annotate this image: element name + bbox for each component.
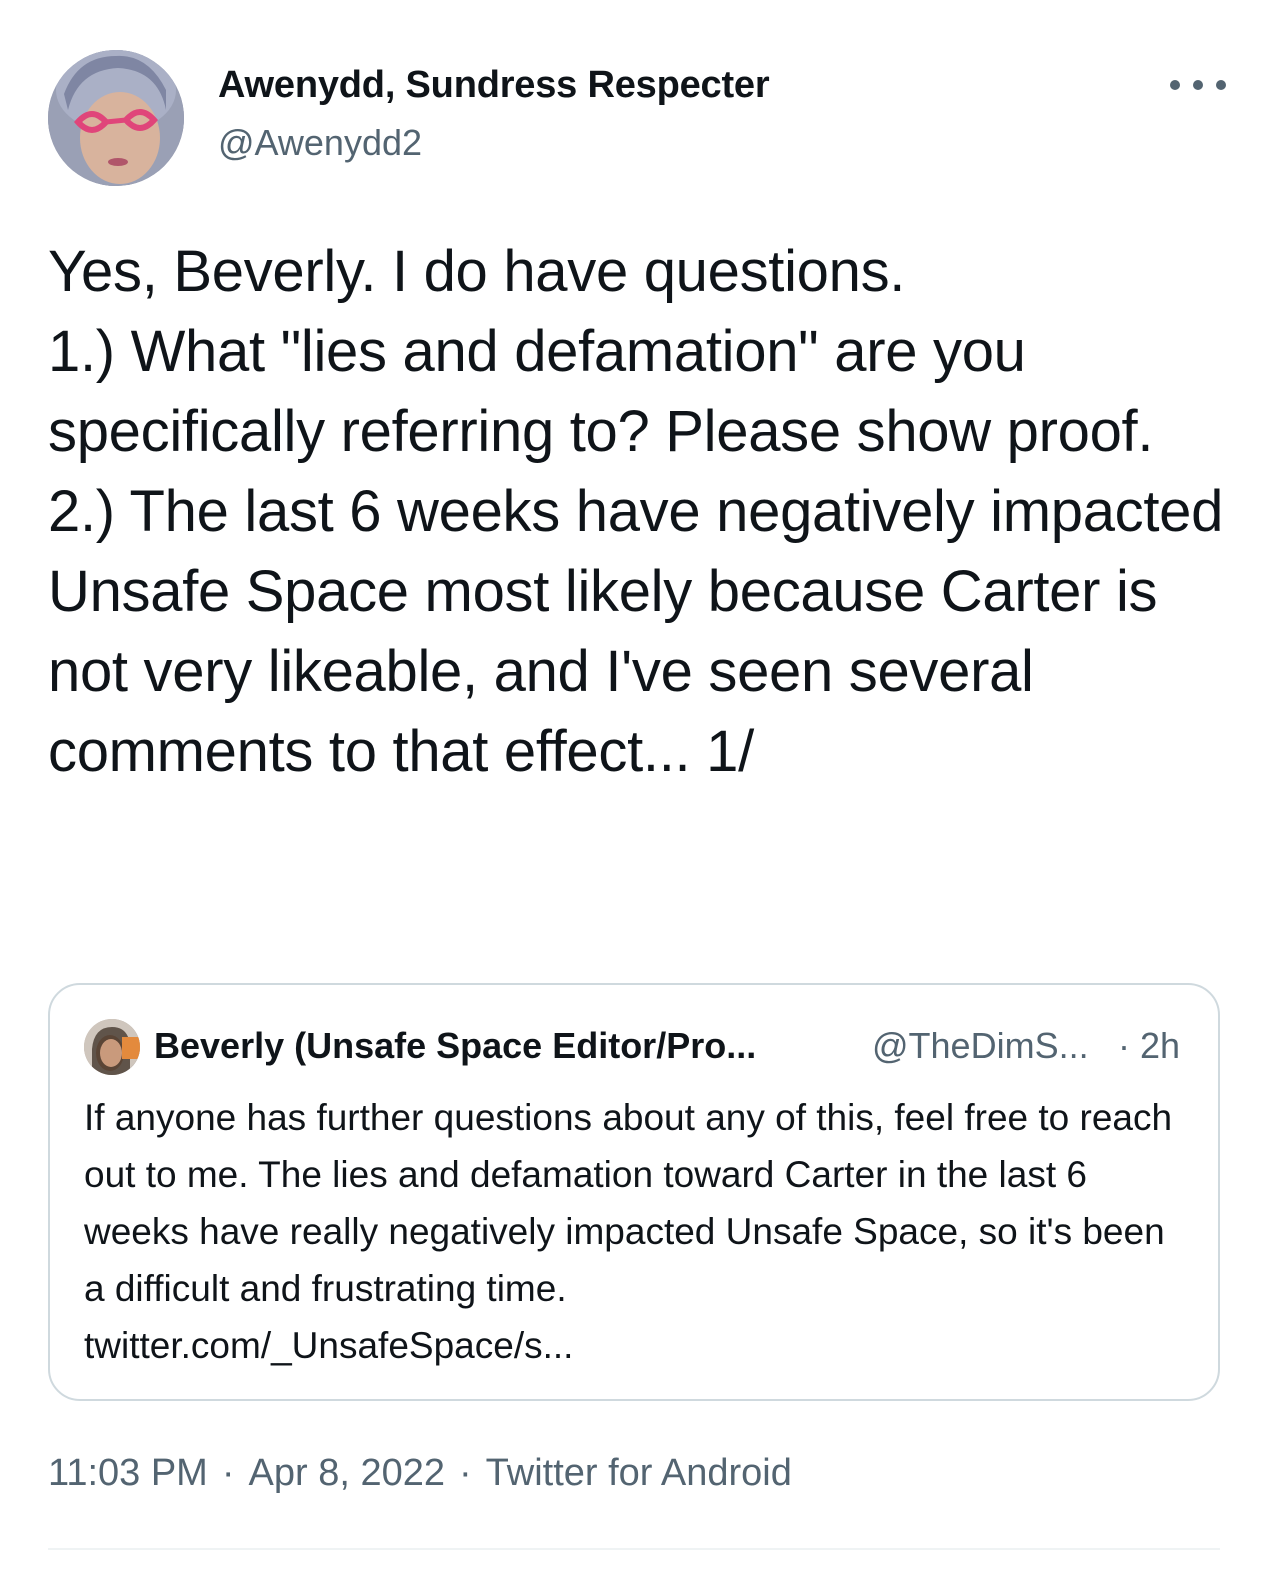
meta-separator: · — [221, 1452, 235, 1494]
divider — [48, 1548, 1220, 1550]
more-options-icon[interactable] — [1170, 70, 1226, 100]
quoted-text: If anyone has further questions about an… — [84, 1097, 1173, 1366]
quoted-handle: @TheDimS... — [872, 1025, 1089, 1066]
quoted-timestamp: 2h — [1140, 1025, 1181, 1066]
meta-separator: · — [458, 1452, 472, 1494]
tweet-date[interactable]: Apr 8, 2022 — [249, 1452, 445, 1494]
more-dot — [1216, 80, 1226, 90]
tweet-time[interactable]: 11:03 PM — [48, 1452, 208, 1494]
quoted-avatar-image — [84, 1019, 140, 1075]
quoted-author-avatar — [84, 1019, 140, 1075]
tweet-source[interactable]: Twitter for Android — [486, 1452, 792, 1494]
tweet-text: Yes, Beverly. I do have questions. 1.) W… — [48, 239, 1224, 784]
quoted-separator: · — [1118, 1025, 1130, 1066]
quoted-tweet[interactable]: Beverly (Unsafe Space Editor/Pro... @The… — [48, 983, 1220, 1401]
more-dot — [1170, 80, 1180, 90]
quoted-display-name: Beverly (Unsafe Space Editor/Pro... — [154, 1025, 757, 1066]
more-dot — [1193, 80, 1203, 90]
author-handle[interactable]: @Awenydd2 — [218, 122, 422, 164]
tweet-meta: 11:03 PM · Apr 8, 2022 · Twitter for Android — [48, 1452, 792, 1495]
tweet: Awenydd, Sundress Respecter @Awenydd2 Ye… — [0, 0, 1284, 1587]
author-avatar[interactable] — [48, 50, 184, 186]
author-display-name[interactable]: Awenydd, Sundress Respecter — [218, 64, 770, 107]
avatar-image — [48, 50, 184, 186]
